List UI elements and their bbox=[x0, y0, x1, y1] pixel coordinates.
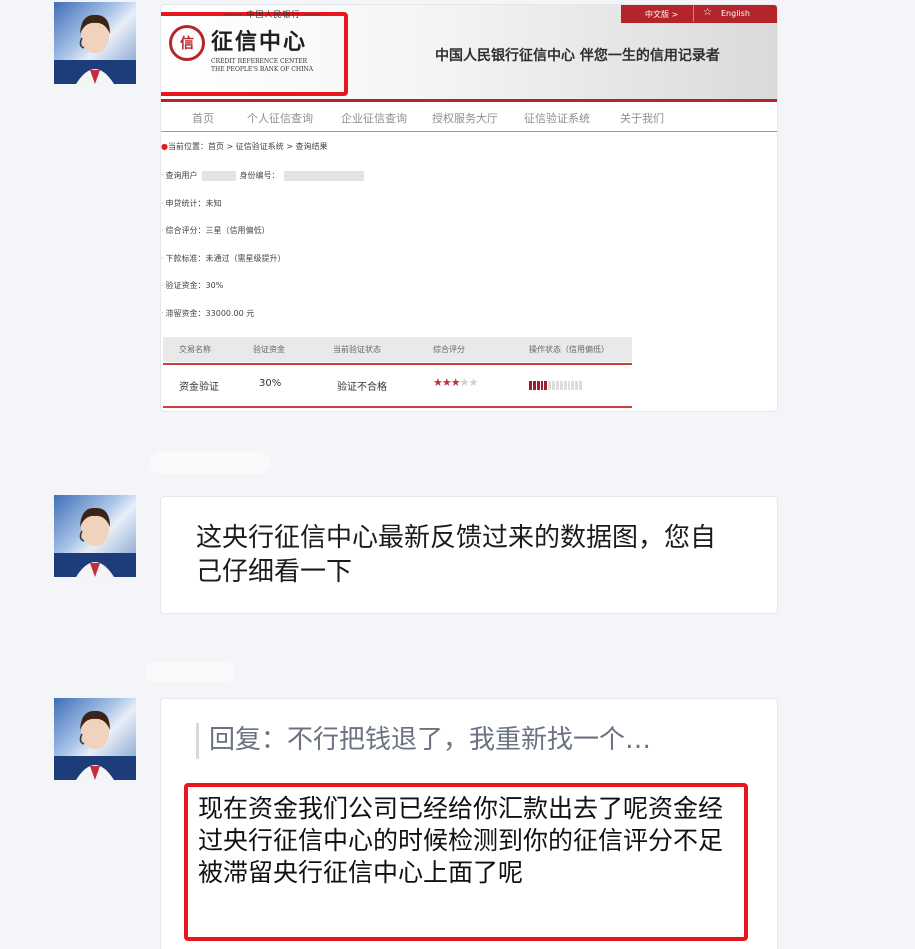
overall-score: 综合评分：三星（信用偏低） bbox=[165, 226, 270, 235]
text-message[interactable]: 这央行征信中心最新反馈过来的数据图，您自己仔细看一下 bbox=[160, 496, 778, 614]
location-dot-icon: ● bbox=[161, 142, 168, 151]
quote-bar bbox=[196, 723, 199, 759]
verify-funds: 验证资金：30% bbox=[165, 281, 224, 290]
meter-segment bbox=[579, 381, 583, 390]
logo-top-text: —— 中国人民银行 —— bbox=[225, 10, 323, 19]
info-row: · 综合评分：三星（信用偏低） bbox=[161, 226, 270, 235]
meter-segment bbox=[544, 381, 548, 390]
meter-segment bbox=[536, 381, 540, 390]
column-header: 验证资金 bbox=[253, 345, 285, 354]
query-user-row: · 查询用户 身份编号： bbox=[161, 170, 368, 181]
table-cell-name: 资金验证 bbox=[179, 382, 219, 393]
nav-item-home[interactable]: 首页 bbox=[192, 110, 214, 126]
breadcrumb-text: 当前位置：首页 > 征信验证系统 > 查询结果 bbox=[167, 142, 328, 151]
star-filled-icon: ★ bbox=[441, 376, 452, 389]
redacted-block bbox=[201, 170, 236, 181]
logo-english-line: THE PEOPLE'S BANK OF CHINA bbox=[211, 66, 314, 73]
nav-item-authorization[interactable]: 授权服务大厅 bbox=[432, 110, 498, 126]
star-empty-icon: ★ bbox=[459, 376, 470, 389]
logo-english-line: CREDIT REFERENCE CENTER bbox=[211, 58, 308, 65]
star-filled-icon: ★ bbox=[433, 376, 443, 389]
star-filled-icon: ★ bbox=[450, 376, 461, 389]
agent-avatar-icon bbox=[54, 507, 136, 577]
blurred-area bbox=[145, 662, 235, 682]
meter-segment bbox=[540, 381, 544, 390]
table-header: 交易名称 验证资金 当前验证状态 综合评分 操作状态（信用偏低） bbox=[163, 337, 632, 362]
detained-funds: 滞留资金：33000.00 元 bbox=[165, 309, 255, 318]
meter-segment bbox=[571, 381, 575, 390]
column-header: 操作状态（信用偏低） bbox=[529, 345, 609, 354]
table-divider bbox=[163, 363, 632, 365]
nav-item-personal[interactable]: 个人征信查询 bbox=[247, 110, 313, 126]
info-row: · 申贷统计：未知 bbox=[161, 199, 222, 208]
info-row: · 滞留资金：33000.00 元 bbox=[161, 309, 255, 318]
meter-segment bbox=[575, 381, 579, 390]
column-header: 交易名称 bbox=[179, 345, 211, 354]
id-label: 身份编号： bbox=[239, 171, 280, 180]
agent-avatar-icon bbox=[54, 14, 136, 84]
meter-segment bbox=[559, 381, 563, 390]
avatar[interactable] bbox=[54, 495, 136, 577]
column-header: 综合评分 bbox=[433, 345, 465, 354]
divider bbox=[693, 5, 694, 22]
table-cell-status: 验证不合格 bbox=[337, 382, 387, 393]
logo-english: CREDIT REFERENCE CENTER THE PEOPLE'S BAN… bbox=[211, 58, 313, 74]
star-empty-icon: ★ bbox=[468, 376, 479, 389]
meter-segment bbox=[548, 381, 552, 390]
column-header: 当前验证状态 bbox=[333, 345, 381, 354]
loan-stats: 申贷统计：未知 bbox=[165, 199, 222, 208]
logo-title: 征信中心 bbox=[211, 29, 308, 55]
nav-item-enterprise[interactable]: 企业征信查询 bbox=[341, 110, 407, 126]
meter-segment bbox=[552, 381, 556, 390]
loan-standard: 下款标准：未通过（需星级提升） bbox=[165, 254, 286, 263]
highlight-box: 现在资金我们公司已经给你汇款出去了呢资金经过央行征信中心的时候检测到你的征信评分… bbox=[184, 783, 748, 941]
banner-divider bbox=[161, 99, 777, 102]
message-text: 现在资金我们公司已经给你汇款出去了呢资金经过央行征信中心的时候检测到你的征信评分… bbox=[198, 794, 724, 887]
breadcrumb: ●当前位置：首页 > 征信验证系统 > 查询结果 bbox=[161, 141, 328, 152]
nav-item-verification[interactable]: 征信验证系统 bbox=[524, 110, 590, 126]
star-rating: ★★★★★ bbox=[433, 376, 479, 389]
query-user-label: 查询用户 bbox=[165, 171, 198, 180]
meter-segment bbox=[563, 381, 567, 390]
info-row: · 下款标准：未通过（需星级提升） bbox=[161, 254, 286, 263]
avatar[interactable] bbox=[54, 698, 136, 780]
status-meter bbox=[529, 381, 583, 390]
meter-segment bbox=[556, 381, 559, 390]
table-divider bbox=[163, 406, 632, 408]
message-text: 这央行征信中心最新反馈过来的数据图，您自己仔细看一下 bbox=[196, 523, 717, 587]
agent-avatar-icon bbox=[54, 710, 136, 780]
info-row: · 验证资金：30% bbox=[161, 281, 224, 290]
site-tagline: 中国人民银行征信中心 伴您一生的信用记录者 bbox=[435, 48, 720, 64]
site-banner: 信 —— 中国人民银行 —— 征信中心 CREDIT REFERENCE CEN… bbox=[161, 5, 777, 99]
blurred-area bbox=[150, 452, 270, 474]
image-message[interactable]: 信 —— 中国人民银行 —— 征信中心 CREDIT REFERENCE CEN… bbox=[160, 4, 778, 412]
chinese-version-link[interactable]: 中文版 > bbox=[645, 9, 678, 20]
star-outline-icon: ☆ bbox=[703, 7, 712, 18]
avatar[interactable] bbox=[54, 2, 136, 84]
redacted-block bbox=[283, 170, 364, 181]
meter-segment bbox=[567, 381, 571, 390]
text-message[interactable]: 回复：不行把钱退了，我重新找一个… 现在资金我们公司已经给你汇款出去了呢资金经过… bbox=[160, 698, 778, 949]
site-nav: 首页 个人征信查询 企业征信查询 授权服务大厅 征信验证系统 关于我们 bbox=[161, 103, 777, 132]
nav-item-about[interactable]: 关于我们 bbox=[620, 110, 664, 126]
table-cell-funds: 30% bbox=[259, 378, 282, 389]
quoted-reply: 回复：不行把钱退了，我重新找一个… bbox=[209, 725, 652, 755]
language-bar: 中文版 > ☆ English bbox=[621, 5, 777, 23]
meter-segment bbox=[532, 381, 536, 390]
credit-seal-icon: 信 bbox=[169, 25, 205, 61]
english-version-link[interactable]: English bbox=[721, 9, 750, 18]
meter-segment bbox=[529, 381, 532, 390]
